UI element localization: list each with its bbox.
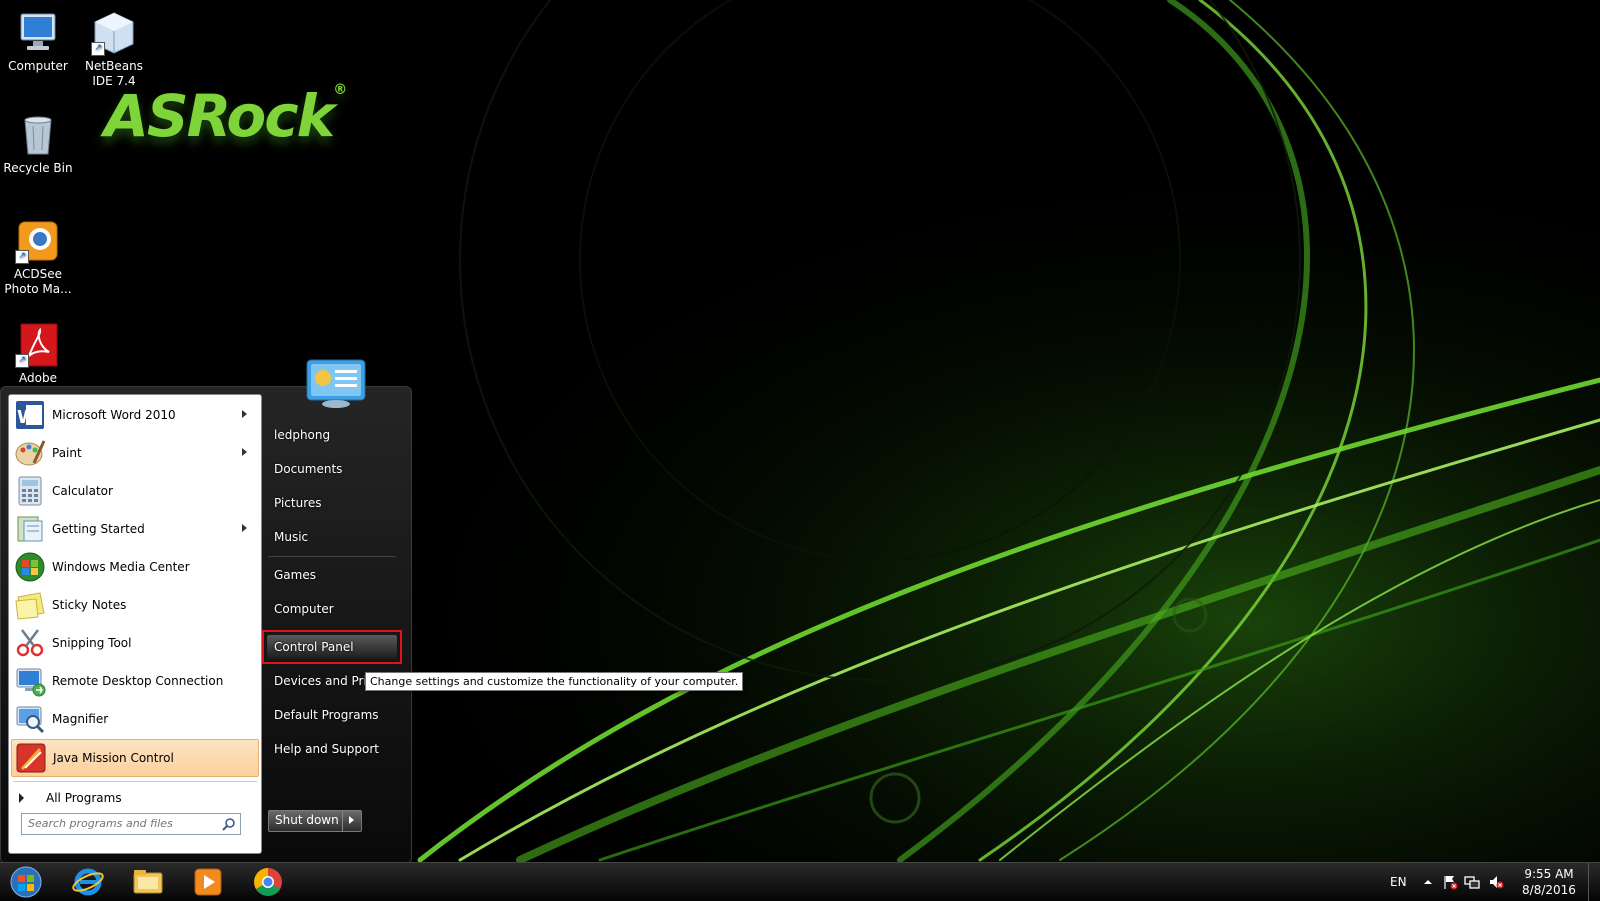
- start-orb-icon: [10, 866, 42, 898]
- file-explorer-icon: [133, 870, 163, 894]
- clock-time: 9:55 AM: [1524, 867, 1574, 881]
- volume-muted-icon[interactable]: [1488, 874, 1504, 890]
- remote-desktop-icon: [16, 668, 46, 697]
- start-item-pictures[interactable]: Pictures: [266, 488, 410, 518]
- calculator-icon: [18, 476, 42, 506]
- start-item-music[interactable]: Music: [266, 522, 410, 552]
- sticky-notes-icon: [15, 592, 45, 620]
- program-windows-media-center[interactable]: Windows Media Center: [11, 549, 257, 585]
- desktop-icon-label: Computer: [8, 59, 68, 73]
- program-microsoft-word[interactable]: W Microsoft Word 2010: [11, 397, 257, 433]
- shutdown-options-button[interactable]: [343, 811, 361, 831]
- computer-icon: [15, 10, 61, 56]
- desktop-icon-label: Adobe: [19, 371, 57, 385]
- desktop-icon-recycle-bin[interactable]: Recycle Bin: [0, 112, 76, 176]
- desktop-icon-adobe[interactable]: ↗ Adobe: [0, 322, 76, 386]
- start-item-computer[interactable]: Computer: [266, 594, 410, 624]
- word-icon: W: [16, 401, 44, 429]
- program-magnifier[interactable]: Magnifier: [11, 701, 257, 737]
- shortcut-arrow-icon: ↗: [91, 42, 105, 56]
- desktop-icon-netbeans[interactable]: ↗ NetBeans IDE 7.4: [76, 10, 152, 89]
- start-item-documents[interactable]: Documents: [266, 454, 410, 484]
- magnifier-icon: [16, 706, 45, 734]
- search-box[interactable]: [21, 813, 241, 835]
- shutdown-button-group: Shut down: [268, 810, 362, 832]
- network-icon[interactable]: [1464, 874, 1480, 890]
- shortcut-arrow-icon: ↗: [15, 250, 29, 264]
- taskbar-chrome[interactable]: [242, 865, 294, 899]
- media-player-icon: [194, 868, 222, 896]
- start-menu: W Microsoft Word 2010 Paint Calculator G…: [0, 359, 744, 864]
- program-getting-started[interactable]: Getting Started: [11, 511, 257, 547]
- start-right-separator: [268, 556, 396, 557]
- submenu-arrow-icon: [242, 410, 247, 418]
- netbeans-icon: ↗: [91, 10, 137, 56]
- start-item-user-folder[interactable]: ledphong: [266, 420, 410, 450]
- program-snipping-tool[interactable]: Snipping Tool: [11, 625, 257, 661]
- language-indicator[interactable]: EN: [1390, 875, 1407, 889]
- submenu-arrow-icon: [242, 448, 247, 456]
- shutdown-arrow-icon: [349, 816, 354, 824]
- asrock-logo: ASRock®: [104, 82, 347, 150]
- control-panel-tooltip: Change settings and customize the functi…: [365, 672, 744, 691]
- program-sticky-notes[interactable]: Sticky Notes: [11, 587, 257, 623]
- snipping-tool-icon: [16, 629, 44, 657]
- all-programs-button[interactable]: All Programs: [19, 787, 122, 809]
- start-item-control-panel[interactable]: Control Panel: [266, 632, 410, 662]
- search-input[interactable]: [22, 814, 224, 832]
- chrome-icon: [254, 868, 282, 896]
- shortcut-arrow-icon: ↗: [15, 354, 29, 368]
- program-paint[interactable]: Paint: [11, 435, 257, 471]
- clock-date: 8/8/2016: [1522, 883, 1576, 897]
- show-hidden-icons-icon[interactable]: [1420, 874, 1436, 890]
- start-item-help-and-support[interactable]: Help and Support: [266, 734, 410, 764]
- internet-explorer-icon: [72, 868, 104, 896]
- start-menu-programs-pane: W Microsoft Word 2010 Paint Calculator G…: [8, 394, 262, 854]
- program-java-mission-control[interactable]: Java Mission Control: [11, 739, 259, 777]
- getting-started-icon: [17, 516, 43, 542]
- svg-text:W: W: [17, 407, 37, 428]
- programs-separator: [13, 781, 257, 782]
- paint-icon: [15, 440, 46, 466]
- taskbar-media-player[interactable]: [182, 865, 234, 899]
- desktop-icon-computer[interactable]: Computer: [0, 10, 76, 74]
- desktop-icon-acdsee[interactable]: ↗ ACDSee Photo Ma...: [0, 218, 76, 297]
- acdsee-icon: ↗: [15, 218, 61, 264]
- desktop-icon-label: Recycle Bin: [3, 161, 73, 175]
- taskbar-file-explorer[interactable]: [122, 865, 174, 899]
- program-calculator[interactable]: Calculator: [11, 473, 257, 509]
- adobe-reader-icon: ↗: [15, 322, 61, 368]
- recycle-bin-icon: [15, 112, 61, 158]
- java-mission-control-icon: [16, 743, 46, 773]
- start-item-default-programs[interactable]: Default Programs: [266, 700, 410, 730]
- system-clock[interactable]: 9:55 AM 8/8/2016: [1516, 866, 1582, 898]
- shutdown-button[interactable]: Shut down: [269, 811, 343, 831]
- search-icon[interactable]: [222, 817, 236, 831]
- program-remote-desktop[interactable]: Remote Desktop Connection: [11, 663, 257, 699]
- media-center-icon: [15, 552, 45, 582]
- start-button[interactable]: [0, 865, 52, 899]
- taskbar-internet-explorer[interactable]: [62, 865, 114, 899]
- taskbar: EN 9:55 AM 8/8/2016: [0, 862, 1600, 901]
- start-item-games[interactable]: Games: [266, 560, 410, 590]
- all-programs-arrow-icon: [19, 793, 24, 803]
- control-panel-picture-icon: [305, 358, 367, 410]
- action-center-icon[interactable]: [1442, 874, 1458, 890]
- desktop-icon-label: ACDSee Photo Ma...: [4, 267, 72, 296]
- show-desktop-button[interactable]: [1588, 863, 1600, 901]
- desktop-icon-label: NetBeans IDE 7.4: [85, 59, 143, 88]
- submenu-arrow-icon: [242, 524, 247, 532]
